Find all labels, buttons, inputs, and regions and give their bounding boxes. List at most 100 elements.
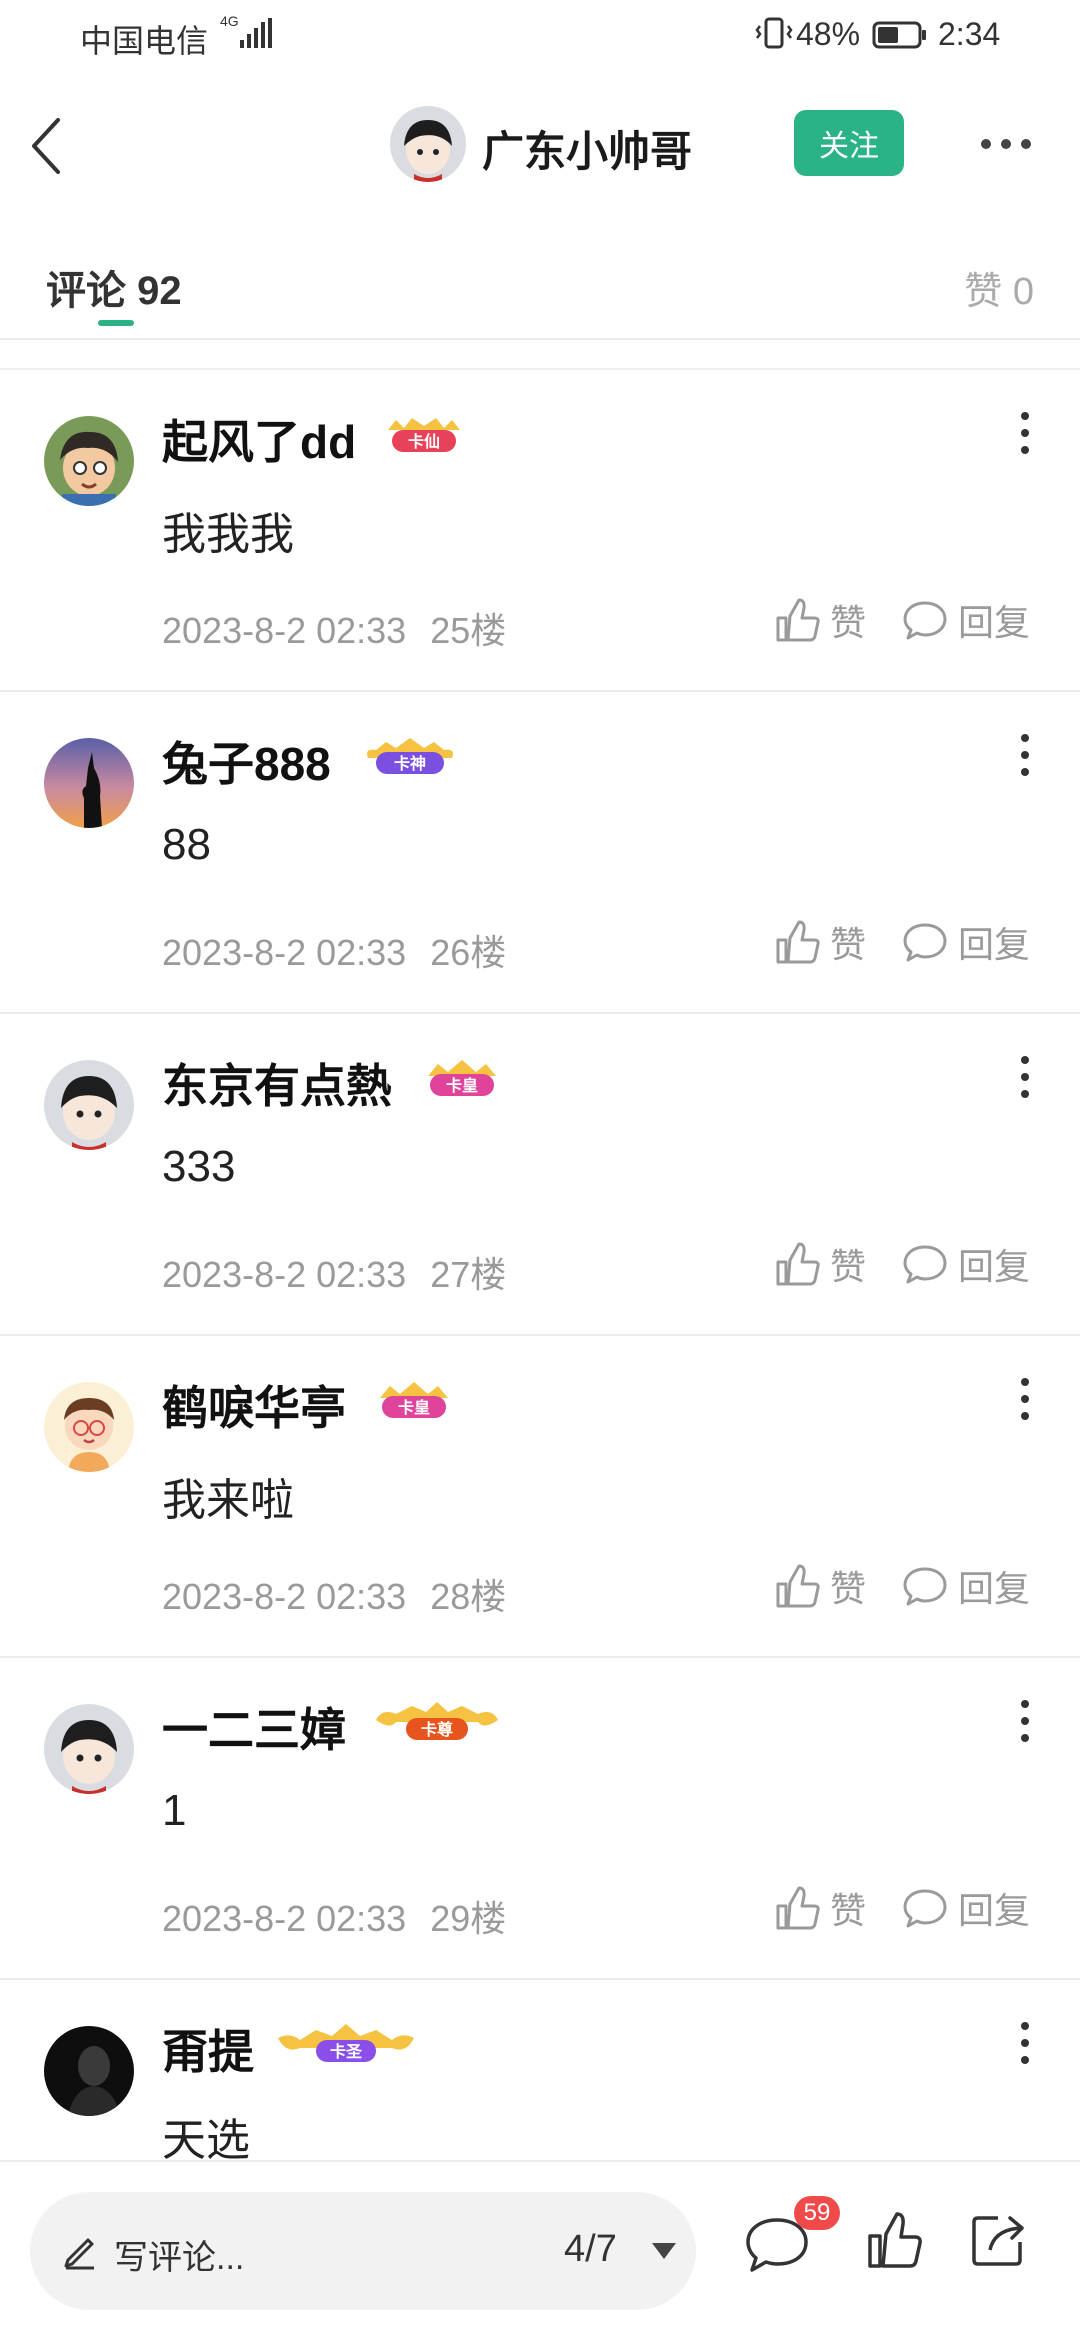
comment-item: 鹤唳华亭 卡皇 我来啦 2023-8-2 02:33 28楼 赞 回复 [0, 1336, 1080, 1658]
comment-text: 333 [162, 1142, 236, 1191]
vibrate-icon [755, 17, 793, 49]
triangle-down-icon[interactable] [650, 2240, 678, 2262]
reply-button[interactable]: 回复 [902, 1560, 1030, 1612]
network-type: 4G [220, 13, 239, 29]
tab-likes[interactable]: 赞 0 [964, 260, 1034, 315]
reply-label: 回复 [958, 1568, 1031, 1609]
comment-list[interactable]: 起风了dd 卡仙 我我我 2023-8-2 02:33 25楼 赞 回复 兔子8… [0, 370, 1080, 2160]
level-badge-icon: 卡皇 [428, 1060, 496, 1096]
sunset-silhouette-avatar-icon [44, 738, 134, 828]
thumb-up-icon [776, 1242, 820, 1286]
level-badge-icon: 卡仙 [388, 418, 460, 452]
follow-button[interactable]: 关注 [794, 110, 904, 176]
comment-meta: 2023-8-2 02:33 29楼 [162, 1890, 506, 1942]
reply-button[interactable]: 回复 [902, 1882, 1030, 1934]
comment-text: 天选 [162, 2116, 250, 2160]
comment-time: 2023-8-2 02:33 [162, 610, 407, 651]
comment-menu-icon[interactable] [1010, 1696, 1040, 1746]
status-bar: 中国电信 4G 48% 2:34 [0, 0, 1080, 72]
level-badge-icon: 卡尊 [376, 1702, 498, 1740]
tab-bar: 评论 92 赞 0 [0, 216, 1080, 340]
like-button[interactable]: 赞 [774, 1882, 866, 1934]
thumb-up-icon [776, 920, 820, 964]
tab-comments[interactable]: 评论 92 [46, 258, 182, 316]
level-badge-text: 卡尊 [421, 1720, 453, 1739]
like-button[interactable]: 赞 [774, 594, 866, 646]
thumb-up-icon [776, 1564, 820, 1608]
reply-label: 回复 [958, 1890, 1031, 1931]
compose-box[interactable]: 写评论... 4/7 [30, 2192, 696, 2310]
comment-author[interactable]: 兔子888 [162, 728, 331, 794]
like-label: 赞 [830, 1890, 867, 1931]
comment-menu-icon[interactable] [1010, 730, 1040, 780]
comment-menu-icon[interactable] [1010, 408, 1040, 458]
comment-text: 我来啦 [162, 1476, 294, 1525]
level-badge-text: 卡圣 [330, 2042, 363, 2061]
comment-item: 东京有点熱 卡皇 333 2023-8-2 02:33 27楼 赞 回复 [0, 1014, 1080, 1336]
reply-button[interactable]: 回复 [902, 916, 1030, 968]
comment-text: 88 [162, 820, 211, 869]
like-label: 赞 [830, 1246, 867, 1287]
back-icon[interactable] [26, 114, 66, 178]
level-badge-text: 卡仙 [408, 432, 440, 451]
comment-author[interactable]: 起风了dd [162, 406, 356, 472]
page-indicator[interactable]: 4/7 [564, 2228, 617, 2271]
signal-icon [240, 18, 272, 48]
more-options-icon[interactable] [978, 132, 1034, 156]
comment-text: 我我我 [162, 510, 294, 559]
like-label: 赞 [830, 602, 867, 643]
dark-portrait-avatar-icon [44, 2026, 134, 2116]
comment-floor: 25楼 [430, 610, 507, 651]
reply-bubble-icon [903, 923, 947, 962]
comment-author[interactable]: 东京有点熱 [162, 1050, 392, 1116]
bottom-bar: 写评论... 4/7 59 [0, 2160, 1080, 2340]
default-girl-avatar-icon [44, 1060, 134, 1150]
comment-menu-icon[interactable] [1010, 1374, 1040, 1424]
header: 广东小帅哥 关注 [0, 72, 1080, 216]
reply-bubble-icon [903, 1245, 947, 1284]
thumb-up-icon[interactable] [866, 2210, 922, 2270]
comment-time: 2023-8-2 02:33 [162, 1898, 407, 1939]
comment-menu-icon[interactable] [1010, 2018, 1040, 2068]
like-button[interactable]: 赞 [774, 1560, 866, 1612]
header-user-name[interactable]: 广东小帅哥 [482, 118, 692, 179]
header-avatar[interactable] [390, 106, 466, 182]
carrier-name: 中国电信 [80, 23, 209, 59]
comment-avatar[interactable] [44, 1382, 134, 1472]
comment-author[interactable]: 鹤唳华亭 [162, 1372, 346, 1438]
default-girl-avatar-icon [390, 106, 466, 182]
pen-icon [64, 2238, 94, 2270]
like-button[interactable]: 赞 [774, 916, 866, 968]
comment-count-badge: 59 [794, 2196, 840, 2230]
comment-menu-icon[interactable] [1010, 1052, 1040, 1102]
comment-author[interactable]: 一二三嫜 [162, 1694, 346, 1760]
comment-text: 1 [162, 1786, 187, 1835]
level-badge-icon: 卡神 [367, 738, 453, 774]
reply-label: 回复 [958, 924, 1031, 965]
clock: 2:34 [938, 16, 1001, 52]
comment-avatar[interactable] [44, 738, 134, 828]
comment-author[interactable]: 甭提 [162, 2016, 254, 2082]
comment-avatar[interactable] [44, 1704, 134, 1794]
battery-icon [872, 21, 926, 49]
reply-button[interactable]: 回复 [902, 594, 1030, 646]
reply-button[interactable]: 回复 [902, 1238, 1030, 1290]
cartoon-kid-avatar-icon [44, 1382, 134, 1472]
comment-avatar[interactable] [44, 416, 134, 506]
comment-floor: 29楼 [430, 1898, 507, 1939]
comment-avatar[interactable] [44, 1060, 134, 1150]
reply-bubble-icon [903, 1567, 947, 1606]
level-badge-icon: 卡皇 [380, 1382, 448, 1418]
comment-meta: 2023-8-2 02:33 26楼 [162, 924, 506, 976]
comment-item: 甭提 卡圣 天选 [0, 1980, 1080, 2160]
reply-label: 回复 [958, 602, 1031, 643]
level-badge-text: 卡皇 [398, 1398, 430, 1417]
share-icon[interactable] [968, 2210, 1028, 2270]
comment-item: 起风了dd 卡仙 我我我 2023-8-2 02:33 25楼 赞 回复 [0, 370, 1080, 692]
comment-avatar[interactable] [44, 2026, 134, 2116]
like-label: 赞 [830, 1568, 867, 1609]
thumb-up-icon [776, 598, 820, 642]
comment-item: 兔子888 卡神 88 2023-8-2 02:33 26楼 赞 回复 [0, 692, 1080, 1014]
like-button[interactable]: 赞 [774, 1238, 866, 1290]
comment-meta: 2023-8-2 02:33 25楼 [162, 602, 506, 654]
